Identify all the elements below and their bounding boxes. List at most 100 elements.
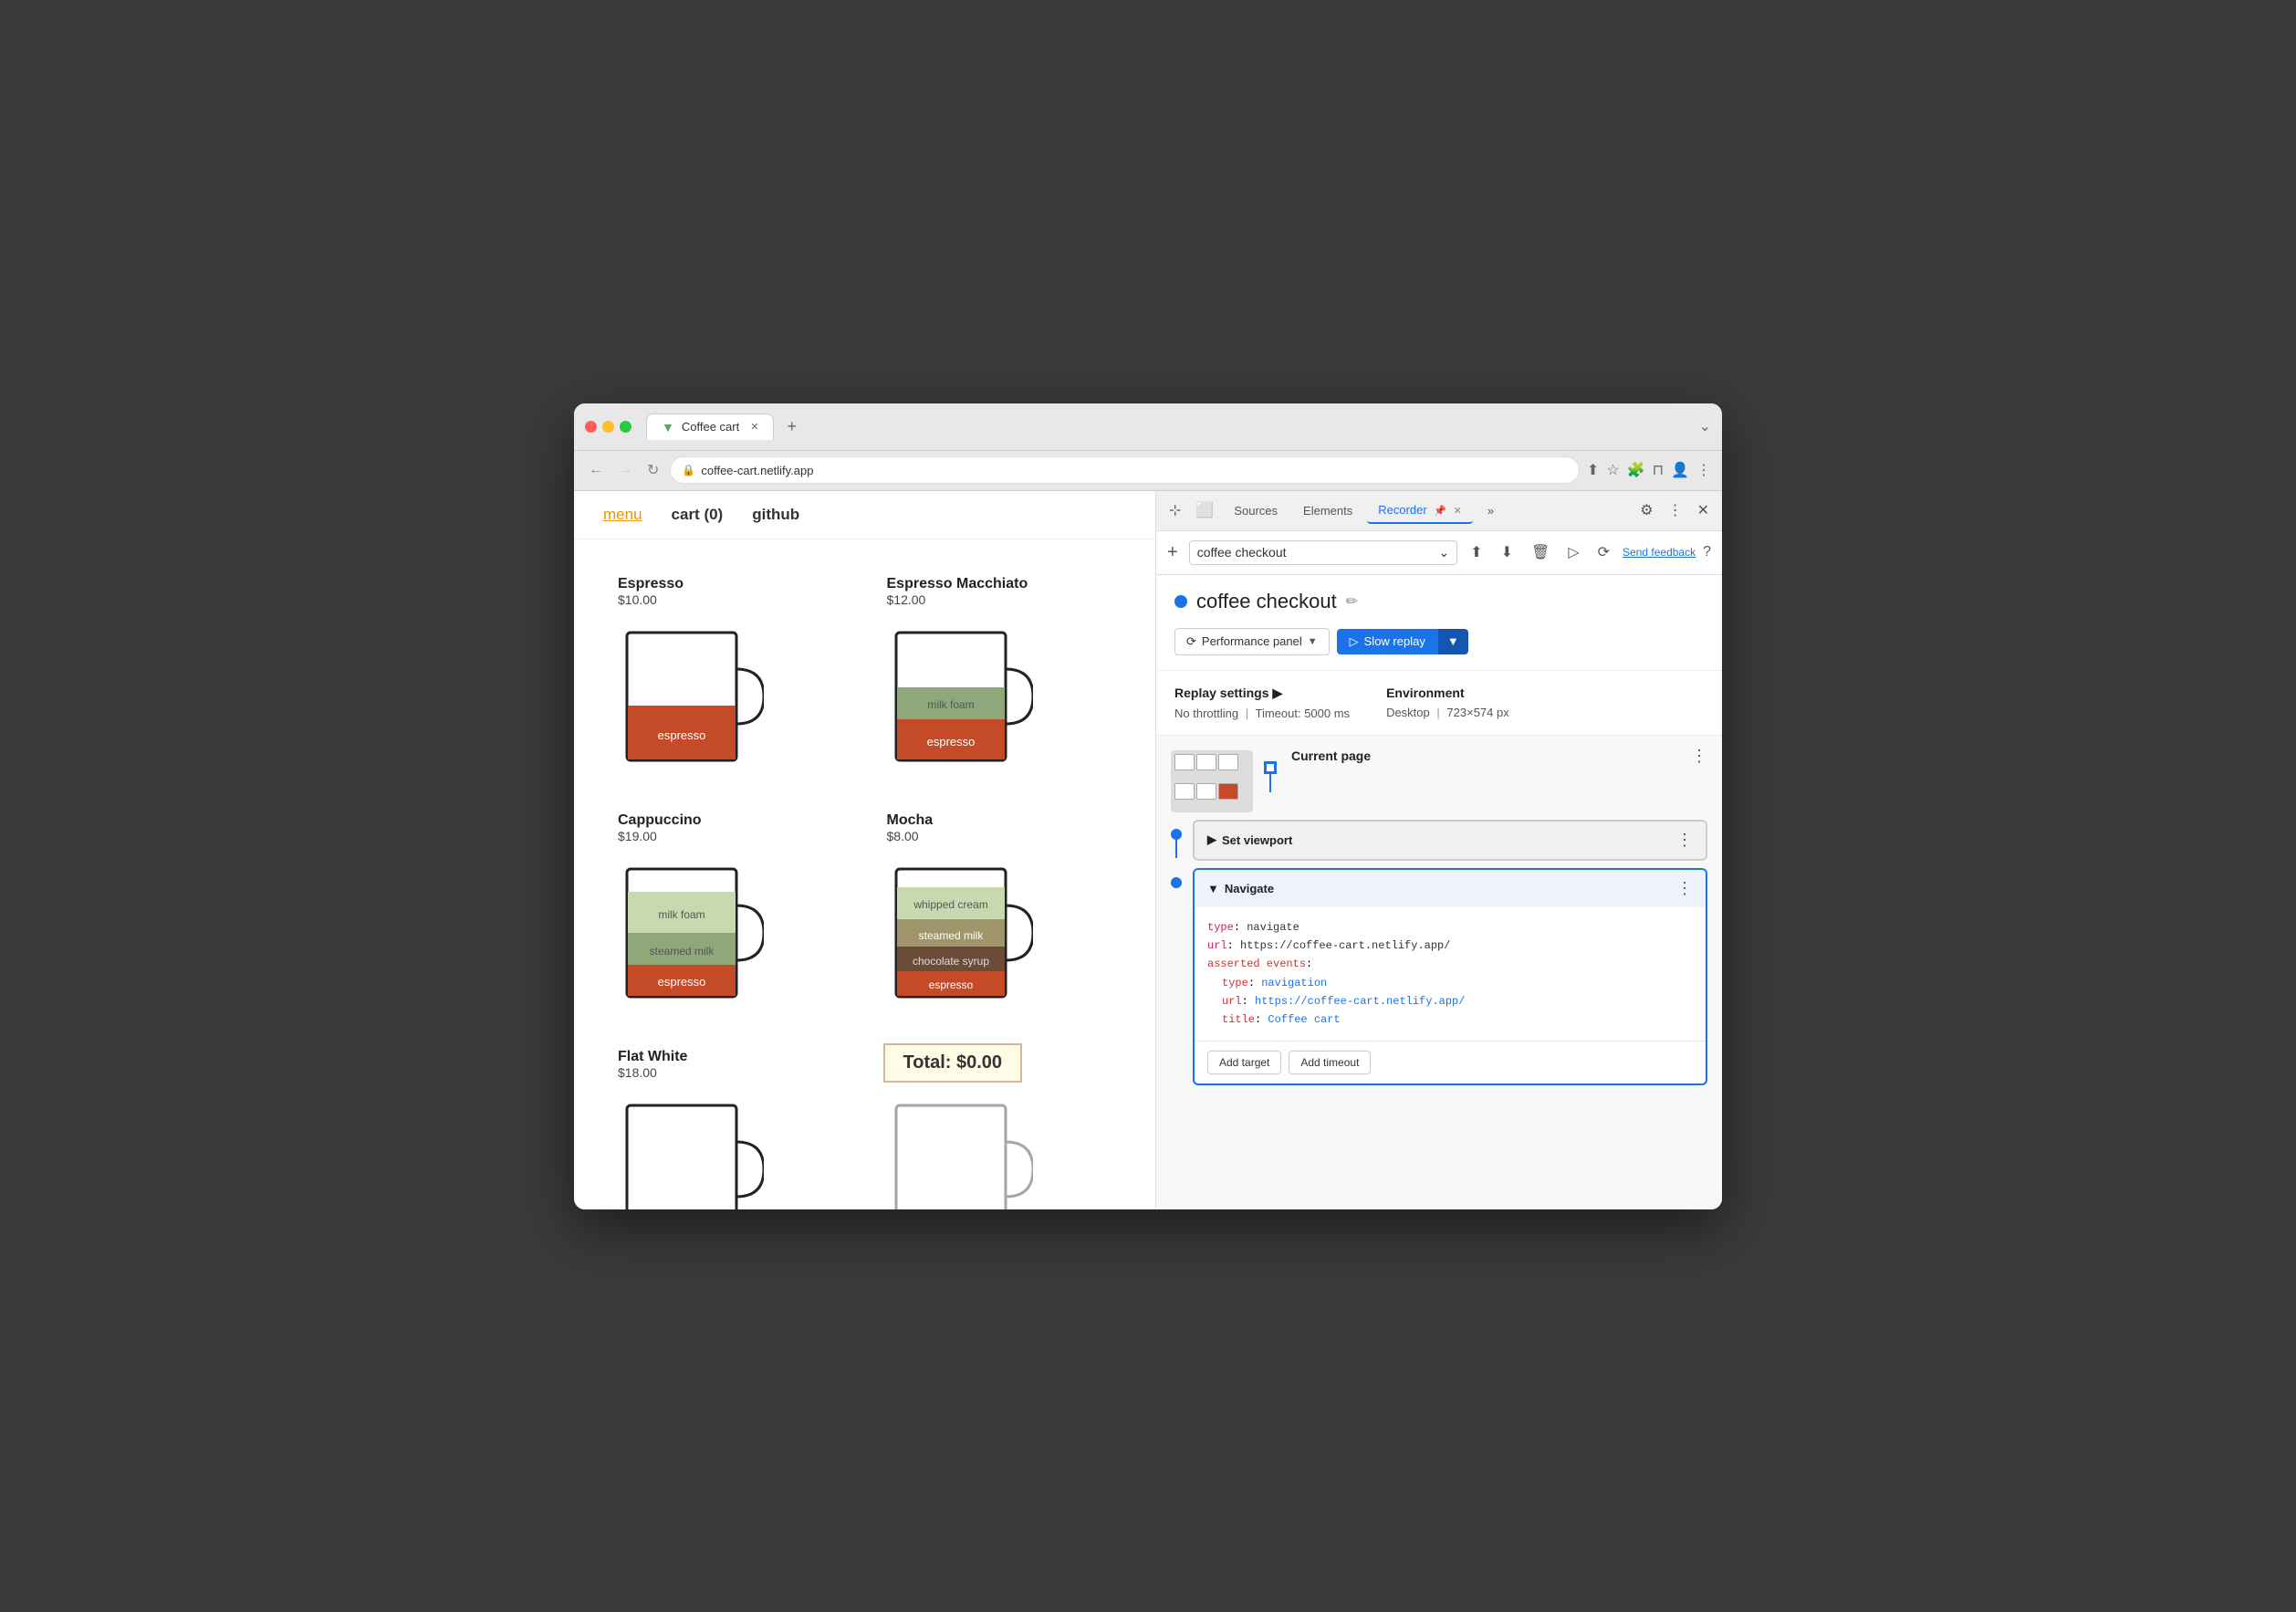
inspect-element-icon[interactable]: ⊹ (1164, 497, 1186, 523)
delete-icon[interactable]: 🗑 (1526, 539, 1555, 565)
nav-menu-link[interactable]: menu (603, 506, 642, 524)
forward-button[interactable]: → (614, 458, 636, 482)
import-icon[interactable]: ⬇ (1496, 539, 1518, 565)
product-flat-white[interactable]: Flat White $18.00 (596, 1034, 865, 1209)
macchiato-mug-svg: milk foam espresso (887, 614, 1033, 779)
timeline-dot-col (1264, 747, 1277, 792)
replay-buttons: ⟳ Performance panel ▼ ▷ Slow replay ▼ (1174, 628, 1704, 655)
close-traffic-light[interactable] (585, 421, 597, 433)
product-americano[interactable]: Ameri... $7.00 Total: $0.00 (865, 1034, 1134, 1209)
code-colon-3: : (1306, 958, 1312, 970)
active-tab[interactable]: ▼ Coffee cart ✕ (646, 413, 774, 440)
step-card-header-set-viewport[interactable]: ▶ Set viewport ⋮ (1195, 822, 1706, 859)
reload-button[interactable]: ↻ (643, 457, 663, 483)
step-dot-1 (1171, 829, 1182, 840)
nav-github-link[interactable]: github (752, 506, 799, 524)
recording-title-text: coffee checkout (1196, 590, 1337, 613)
nav-cart-link[interactable]: cart (0) (672, 506, 724, 524)
share-icon[interactable]: ⬆ (1587, 461, 1599, 479)
timeline-thumbnail (1171, 750, 1253, 812)
product-mocha[interactable]: Mocha $8.00 whipped cream steamed milk c… (865, 798, 1134, 1034)
cast-icon[interactable]: ⊓ (1653, 461, 1664, 479)
tab-close-icon[interactable]: ✕ (750, 421, 758, 433)
send-feedback-link[interactable]: Send feedback (1623, 546, 1696, 559)
devtools-more-icon[interactable]: ⋮ (1663, 497, 1688, 523)
env-separator: | (1436, 706, 1439, 719)
tab-sources[interactable]: Sources (1223, 498, 1289, 523)
cappuccino-mug-svg: milk foam steamed milk espresso (618, 851, 764, 1015)
edit-recording-name-icon[interactable]: ✏ (1346, 592, 1358, 611)
step-dot-col-1 (1171, 820, 1182, 858)
url-text: coffee-cart.netlify.app (701, 464, 813, 477)
play-icon: ▷ (1350, 634, 1359, 649)
resolution-label: 723×574 px (1446, 706, 1508, 719)
recording-status-dot (1174, 595, 1187, 608)
add-timeout-button[interactable]: Add timeout (1289, 1051, 1371, 1074)
replay-icon[interactable]: ▷ (1562, 539, 1584, 565)
recording-select-dropdown[interactable]: coffee checkout ⌄ (1189, 540, 1458, 565)
title-bar: ▼ Coffee cart ✕ + ⌄ (574, 403, 1722, 451)
replay-settings-detail: No throttling | Timeout: 5000 ms (1174, 707, 1350, 720)
main-content: menu cart (0) github Espresso $10.00 esp… (574, 491, 1722, 1209)
code-colon-1: : (1234, 921, 1247, 934)
product-price: $8.00 (887, 829, 1112, 843)
step-card-header-navigate[interactable]: ▼ Navigate ⋮ (1195, 870, 1706, 907)
devtools-settings-icon[interactable]: ⚙ (1634, 497, 1658, 523)
product-cappuccino[interactable]: Cappuccino $19.00 milk foam steamed milk… (596, 798, 865, 1034)
product-espresso-macchiato[interactable]: Espresso Macchiato $12.00 milk foam espr… (865, 561, 1134, 798)
window-controls-icon[interactable]: ⌄ (1699, 417, 1711, 435)
bookmark-icon[interactable]: ☆ (1606, 461, 1619, 479)
slow-replay-group: ▷ Slow replay ▼ (1337, 629, 1468, 654)
minimize-traffic-light[interactable] (602, 421, 614, 433)
current-page-title: Current page (1291, 748, 1371, 763)
environment-title: Environment (1386, 686, 1509, 700)
replay-settings-section: Replay settings ▶ No throttling | Timeou… (1156, 671, 1722, 736)
help-icon[interactable]: ? (1703, 544, 1711, 560)
code-url-key: url (1207, 939, 1227, 952)
traffic-lights (585, 421, 631, 433)
code-colon-2: : (1227, 939, 1240, 952)
product-price: $19.00 (618, 829, 843, 843)
recorder-tab-close-icon[interactable]: ✕ (1454, 506, 1462, 517)
no-throttling-label: No throttling (1174, 707, 1238, 720)
navigate-more-icon[interactable]: ⋮ (1676, 879, 1693, 898)
svg-text:milk foam: milk foam (927, 698, 974, 711)
record-icon[interactable]: ⟳ (1592, 539, 1615, 565)
address-bar[interactable]: 🔒 coffee-cart.netlify.app (670, 456, 1580, 484)
add-recording-button[interactable]: + (1167, 542, 1178, 563)
tab-recorder[interactable]: Recorder 📌 ✕ (1367, 497, 1473, 524)
performance-panel-chevron-icon: ▼ (1308, 636, 1318, 647)
tab-more[interactable]: » (1477, 498, 1505, 523)
tab-elements[interactable]: Elements (1292, 498, 1363, 523)
browser-menu-icon[interactable]: ⋮ (1696, 461, 1711, 479)
svg-text:whipped cream: whipped cream (913, 898, 987, 911)
tab-bar: ▼ Coffee cart ✕ + (646, 412, 1165, 442)
device-toolbar-icon[interactable]: ⬜ (1190, 497, 1219, 523)
export-icon[interactable]: ⬆ (1465, 539, 1487, 565)
current-page-section: Current page ⋮ (1291, 747, 1707, 773)
performance-panel-icon: ⟳ (1186, 634, 1196, 649)
svg-text:espresso: espresso (658, 975, 706, 989)
new-tab-button[interactable]: + (778, 412, 806, 442)
slow-replay-dropdown-button[interactable]: ▼ (1438, 629, 1468, 654)
product-espresso[interactable]: Espresso $10.00 espresso (596, 561, 865, 798)
devtools-close-icon[interactable]: ✕ (1692, 497, 1715, 523)
extensions-icon[interactable]: 🧩 (1627, 461, 1645, 479)
current-page-header: Current page ⋮ (1291, 747, 1707, 766)
replay-settings-title[interactable]: Replay settings ▶ (1174, 686, 1350, 701)
slow-replay-button[interactable]: ▷ Slow replay (1337, 629, 1438, 654)
tab-title: Coffee cart (682, 420, 739, 434)
set-viewport-more-icon[interactable]: ⋮ (1676, 831, 1693, 850)
back-button[interactable]: ← (585, 458, 607, 482)
maximize-traffic-light[interactable] (620, 421, 631, 433)
webpage-nav: menu cart (0) github (574, 491, 1155, 539)
add-target-button[interactable]: Add target (1207, 1051, 1281, 1074)
environment-name: Desktop (1386, 706, 1430, 719)
code-nav-title-val: Coffee cart (1268, 1013, 1340, 1026)
set-viewport-title: ▶ Set viewport (1207, 832, 1292, 847)
devtools-panel: ⊹ ⬜ Sources Elements Recorder 📌 ✕ » ⚙ ⋮ … (1156, 491, 1722, 1209)
performance-panel-button[interactable]: ⟳ Performance panel ▼ (1174, 628, 1330, 655)
profile-icon[interactable]: 👤 (1671, 461, 1689, 479)
product-name: Mocha (887, 812, 1112, 829)
current-page-more-icon[interactable]: ⋮ (1691, 747, 1707, 766)
